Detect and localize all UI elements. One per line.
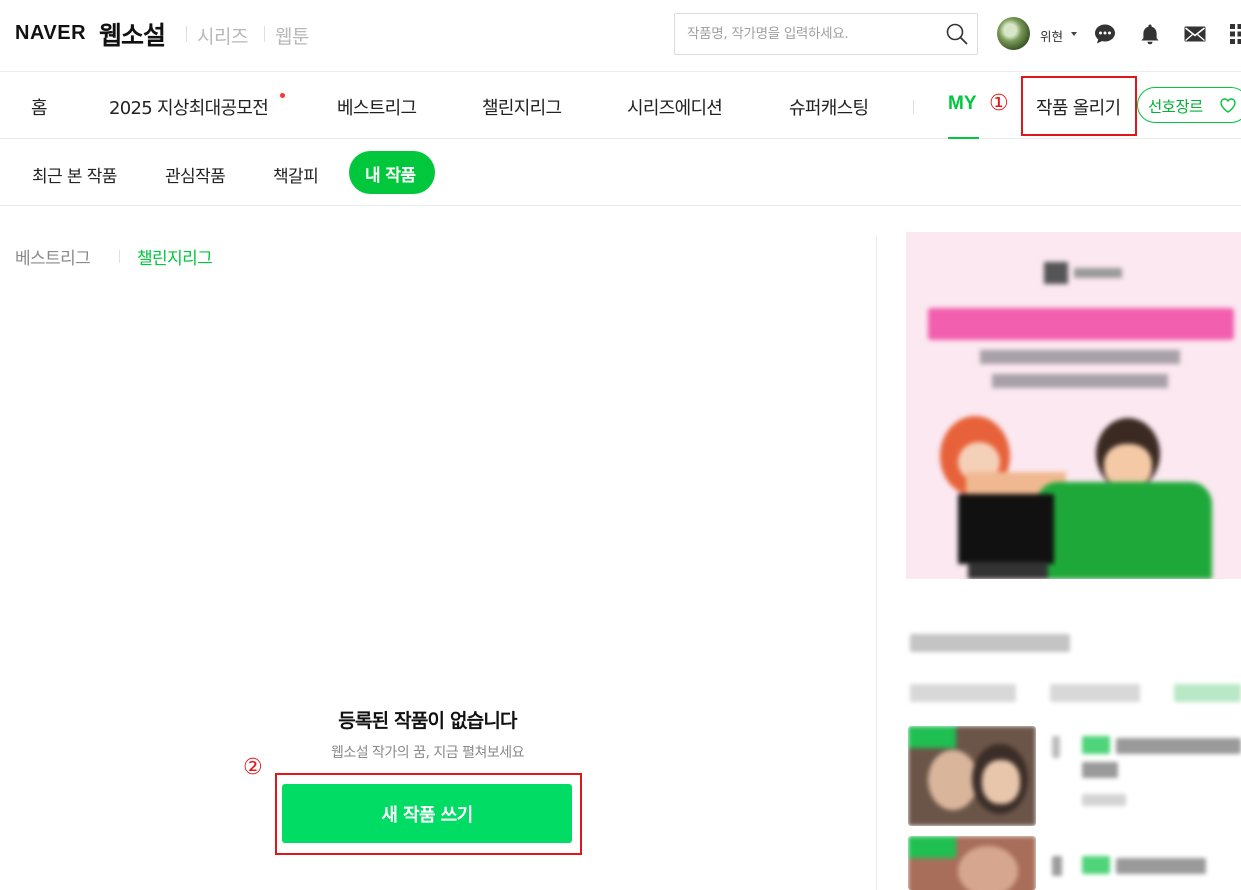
nav-home[interactable]: 홈: [31, 94, 48, 120]
search-icon[interactable]: [945, 22, 969, 46]
nav-challenge-league[interactable]: 챌린지리그: [482, 94, 562, 120]
ranking-thumbnail[interactable]: [908, 836, 1036, 890]
search-input[interactable]: [687, 22, 937, 46]
title-blurred[interactable]: [1116, 738, 1241, 754]
promo-banner-image[interactable]: [906, 232, 1241, 579]
heart-hand-icon: [1220, 98, 1236, 113]
ranking-tab-blurred[interactable]: [1174, 684, 1241, 702]
rank-number-blurred: [1052, 736, 1060, 758]
tab-challenge-league[interactable]: 챌린지리그: [137, 244, 213, 269]
divider: [264, 26, 265, 42]
badge-blurred: [1082, 856, 1110, 874]
chat-icon[interactable]: [1093, 22, 1117, 46]
rank-number-blurred: [1052, 856, 1062, 876]
bell-icon[interactable]: [1138, 22, 1162, 46]
meta-blurred: [1082, 794, 1126, 806]
ranking-heading-blurred: [910, 634, 1070, 652]
title-blurred[interactable]: [1082, 762, 1118, 778]
apps-grid-icon[interactable]: [1228, 22, 1241, 46]
ranking-tab-blurred[interactable]: [910, 684, 1016, 702]
ranking-thumbnail[interactable]: [908, 726, 1036, 826]
series-link[interactable]: 시리즈: [197, 22, 248, 49]
avatar[interactable]: [997, 17, 1030, 50]
preferred-genre-label: 선호장르: [1148, 98, 1203, 116]
top-header: NAVER 웹소설 시리즈 웹툰 위현: [0, 0, 1241, 72]
nav-my[interactable]: MY: [948, 93, 977, 115]
mail-icon[interactable]: [1183, 22, 1207, 46]
tab-bookmarks[interactable]: 책갈피: [273, 162, 319, 187]
divider: [186, 26, 187, 42]
nav-super-casting[interactable]: 슈퍼캐스팅: [789, 94, 869, 120]
tab-favorite-works[interactable]: 관심작품: [165, 162, 226, 187]
webnovel-brand[interactable]: 웹소설: [99, 16, 166, 52]
empty-state-description: 웹소설 작가의 꿈, 지금 펼쳐보세요: [330, 745, 525, 761]
tab-recent-works[interactable]: 최근 본 작품: [32, 162, 117, 187]
nav-series-edition[interactable]: 시리즈에디션: [627, 94, 723, 120]
preferred-genre-button[interactable]: 선호장르: [1137, 87, 1241, 123]
tab-my-works-label: 내 작품: [365, 166, 416, 186]
annotation-marker-2: ②: [243, 755, 263, 780]
divider: [913, 100, 914, 114]
webtoon-link[interactable]: 웹툰: [275, 22, 309, 49]
search-box: [674, 13, 978, 55]
username[interactable]: 위현: [1040, 26, 1063, 45]
upload-work-button[interactable]: 작품 올리기: [1036, 94, 1121, 120]
tab-best-league[interactable]: 베스트리그: [15, 244, 91, 269]
write-new-work-button[interactable]: 새 작품 쓰기: [282, 784, 572, 843]
ranking-tab-blurred[interactable]: [1050, 684, 1140, 702]
nav-contest[interactable]: 2025 지상최대공모전: [109, 94, 269, 120]
badge-blurred: [1082, 736, 1110, 754]
title-blurred[interactable]: [1116, 858, 1206, 874]
naver-logo[interactable]: NAVER: [15, 22, 86, 45]
divider: [119, 250, 120, 263]
empty-state-title: 등록된 작품이 없습니다: [338, 710, 517, 732]
nav-best-league[interactable]: 베스트리그: [337, 94, 417, 120]
chevron-down-icon[interactable]: [1071, 32, 1077, 36]
annotation-marker-1: ①: [989, 91, 1009, 116]
write-new-work-label: 새 작품 쓰기: [381, 804, 473, 826]
column-divider: [876, 235, 877, 890]
tab-my-works[interactable]: 내 작품: [349, 151, 435, 194]
sub-nav: 최근 본 작품 관심작품 책갈피 내 작품: [0, 139, 1241, 206]
new-badge-dot: [280, 93, 285, 98]
